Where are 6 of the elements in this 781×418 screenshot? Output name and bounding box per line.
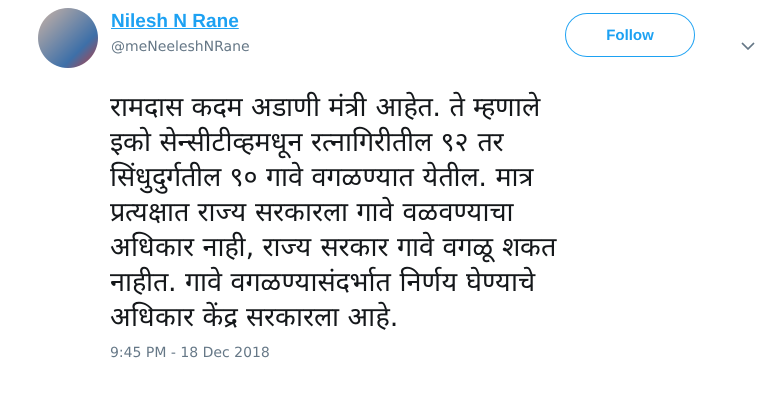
author-name-link[interactable]: Nilesh N Rane xyxy=(111,11,239,33)
follow-button[interactable]: Follow xyxy=(565,13,695,57)
tweet-text: रामदास कदम अडाणी मंत्री आहेत. ते म्हणाले इको सेन्सीटीव्हमधून रत्नागिरीतील ९२ तर सिंधुदुर्गतील ९० गावे वगळण्यात येतील. मात्र प्रत्यक्षात राज्य सरकारला गावे वळवण्याचा अधिकार नाही, राज्य सरकार गावे वगळू शकत नाहीत. गावे वगळण्यासंदर्भात निर्णय घेण्याचे अधिकार केंद्र सरकारला आहे. xyxy=(110,90,558,335)
author-handle: @meNeeleshNRane xyxy=(111,39,250,55)
chevron-down-icon[interactable] xyxy=(741,42,755,50)
tweet-timestamp[interactable]: 9:45 PM - 18 Dec 2018 xyxy=(110,345,270,361)
